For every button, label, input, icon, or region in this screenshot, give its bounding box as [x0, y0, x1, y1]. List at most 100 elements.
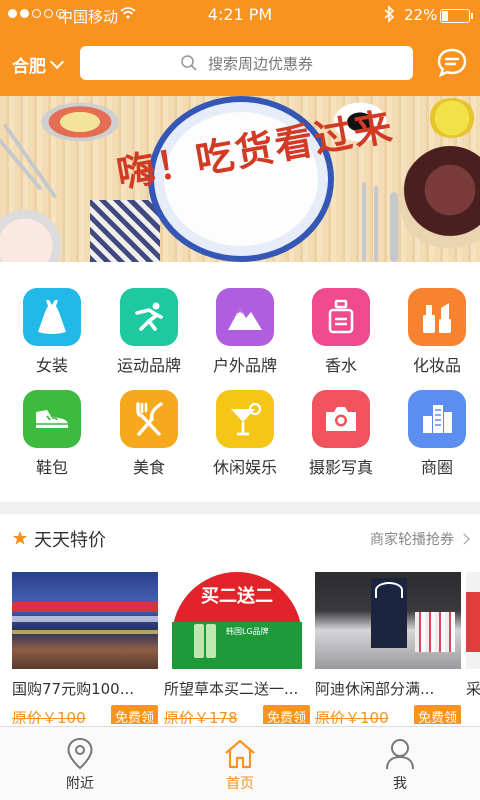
deals-carousel[interactable]: 国购77元购100... 原价￥100 免费领 买二送二 韩国LG品牌 所望草本…	[0, 572, 480, 724]
section-title: 天天特价	[34, 530, 106, 551]
category-photography[interactable]: 摄影写真	[293, 390, 389, 478]
category-icon-bg	[408, 390, 466, 448]
tab-nearby[interactable]: 附近	[20, 735, 140, 793]
deal-name: 所望草本买二送一...	[164, 680, 299, 698]
category-label: 摄影写真	[308, 458, 373, 477]
ice-cream-plate-image	[40, 102, 120, 142]
category-label: 休闲娱乐	[212, 458, 277, 477]
lemon-image	[428, 98, 476, 138]
deal-image-store	[315, 572, 461, 669]
category-label: 运动品牌	[116, 356, 181, 375]
city-selector[interactable]: 合肥	[12, 52, 65, 77]
promo-brand: 韩国LG品牌	[226, 627, 269, 636]
spoon-image	[390, 192, 398, 262]
fork-knife-icon	[136, 402, 163, 436]
mountain-icon	[228, 308, 262, 330]
category-icon-bg	[23, 390, 81, 448]
chevron-right-icon	[458, 533, 470, 545]
category-cosmetics[interactable]: 化妆品	[389, 288, 480, 376]
category-perfume[interactable]: 香水	[293, 288, 389, 376]
category-shoes-bags[interactable]: 鞋包	[4, 390, 100, 478]
category-sports-brands[interactable]: 运动品牌	[101, 288, 197, 376]
buildings-icon	[423, 405, 452, 433]
star-icon	[13, 531, 27, 545]
tab-label: 我	[393, 776, 407, 792]
mall-lights-image	[12, 630, 158, 634]
category-food[interactable]: 美食	[101, 390, 197, 478]
bottom-tab-bar: 附近 首页 我	[0, 726, 480, 800]
deal-price-row: 原价￥100 免费领	[12, 705, 158, 724]
battery-percent: 22%	[404, 6, 438, 24]
home-icon	[180, 735, 300, 773]
deal-image-partial	[466, 572, 480, 669]
chevron-down-icon	[49, 54, 65, 70]
deal-image-mall	[12, 572, 158, 669]
category-icon-bg	[120, 390, 178, 448]
category-icon-bg	[120, 288, 178, 346]
category-womens-clothing[interactable]: 女装	[4, 288, 100, 376]
deal-original-price: 原价￥178	[164, 709, 238, 724]
category-outdoor-brands[interactable]: 户外品牌	[197, 288, 293, 376]
free-claim-badge[interactable]: 免费领	[262, 705, 310, 724]
shoe-icon	[36, 410, 69, 428]
runner-icon	[135, 302, 163, 331]
tab-label: 附近	[66, 776, 94, 792]
deal-name: 阿迪休闲部分满...	[315, 680, 435, 698]
category-label: 香水	[324, 356, 357, 375]
tab-label: 首页	[226, 776, 254, 792]
deal-original-price: 原价￥100	[315, 709, 389, 724]
napkin-image	[90, 200, 160, 262]
more-link-label: 商家轮播抢券	[370, 532, 454, 548]
cosmetics-icon	[423, 303, 451, 333]
category-label: 鞋包	[35, 458, 68, 477]
deal-card[interactable]: 阿迪休闲部分满... 原价￥100 免费领	[315, 572, 461, 724]
deal-card[interactable]: 采	[466, 572, 480, 699]
category-icon-bg	[23, 288, 81, 346]
category-leisure[interactable]: 休闲娱乐	[197, 390, 293, 478]
deal-card[interactable]: 国购77元购100... 原价￥100 免费领	[12, 572, 158, 724]
search-placeholder: 搜索周边优惠券	[207, 54, 313, 73]
deal-name: 采	[466, 680, 480, 698]
search-icon	[181, 55, 197, 71]
status-bar: 中国移动 4:21 PM 22%	[0, 0, 480, 32]
camera-icon	[326, 407, 356, 431]
knife-image	[374, 186, 378, 262]
bluetooth-icon	[383, 5, 395, 27]
deal-name: 国购77元购100...	[12, 680, 135, 698]
cake-slice-image	[0, 206, 70, 262]
category-icon-bg	[216, 288, 274, 346]
cocktail-icon	[231, 402, 262, 436]
deal-price-row: 原价￥178 免费领	[164, 705, 310, 724]
section-divider	[0, 502, 480, 514]
category-icon-bg	[312, 288, 370, 346]
battery-fill	[442, 11, 448, 21]
battery-icon	[440, 9, 473, 23]
mall-sign-image	[12, 602, 158, 612]
more-link[interactable]: 商家轮播抢券	[370, 529, 470, 549]
fork-image	[362, 182, 366, 262]
category-grid: 女装 运动品牌 户外品牌 香水 化妆品 鞋包 美食 休闲娱乐 摄影写真 商圈	[0, 262, 480, 502]
tab-home[interactable]: 首页	[180, 735, 300, 793]
top-bar: 中国移动 4:21 PM 22% 合肥 搜索周边优惠券	[0, 0, 480, 96]
promo-banner[interactable]: 嗨！吃货看过来	[0, 96, 480, 262]
message-icon[interactable]	[436, 47, 468, 79]
search-input[interactable]: 搜索周边优惠券	[80, 46, 413, 80]
city-label: 合肥	[12, 57, 46, 77]
promo-headline: 买二送二	[201, 586, 273, 607]
mall-lights-image	[12, 616, 158, 622]
free-claim-badge[interactable]: 免费领	[110, 705, 158, 724]
category-icon-bg	[408, 288, 466, 346]
tab-me[interactable]: 我	[340, 735, 460, 793]
category-icon-bg	[216, 390, 274, 448]
category-shopping-district[interactable]: 商圈	[389, 390, 480, 478]
perfume-icon	[328, 299, 354, 334]
category-label: 户外品牌	[212, 356, 277, 375]
category-label: 化妆品	[412, 356, 461, 375]
person-icon	[340, 735, 460, 773]
category-label: 商圈	[420, 458, 453, 477]
deal-image-promo: 买二送二 韩国LG品牌	[164, 572, 310, 669]
chocolate-cake-image	[400, 146, 480, 256]
free-claim-badge[interactable]: 免费领	[413, 705, 461, 724]
deal-card[interactable]: 买二送二 韩国LG品牌 所望草本买二送一... 原价￥178 免费领	[164, 572, 310, 724]
daily-deals-header: 天天特价 商家轮播抢券	[0, 514, 480, 562]
